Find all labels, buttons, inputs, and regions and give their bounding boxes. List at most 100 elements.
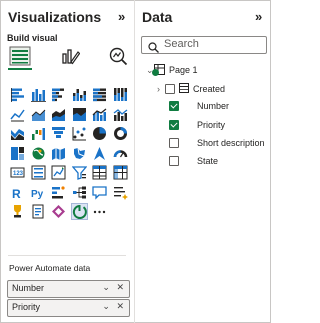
field-well-number[interactable]: Number ⌄ ✕ <box>7 280 130 298</box>
stacked-bar-chart-icon[interactable] <box>8 85 27 105</box>
100-stacked-area-chart-icon[interactable] <box>70 105 89 125</box>
slicer-glyph <box>71 166 87 181</box>
paginated-report-icon[interactable] <box>29 202 48 222</box>
smart-narrative-icon[interactable] <box>111 183 130 203</box>
metrics-glyph <box>14 205 21 218</box>
field-well-label: Number <box>12 283 45 293</box>
100-stacked-area-chart-glyph <box>72 107 86 121</box>
power-apps-icon[interactable] <box>49 202 68 222</box>
funnel-chart-icon[interactable] <box>49 124 68 144</box>
decomposition-tree-glyph <box>72 186 86 199</box>
area-chart-glyph <box>31 109 45 121</box>
more-visuals-icon[interactable] <box>90 202 109 222</box>
table-icon[interactable] <box>90 163 109 183</box>
analytics-icon[interactable] <box>106 44 130 68</box>
number-label: Number <box>197 101 230 111</box>
ribbon-chart-icon[interactable] <box>8 124 27 144</box>
funnel-chart-glyph <box>52 127 65 139</box>
waterfall-chart-glyph <box>31 128 45 141</box>
shape-map-glyph <box>73 147 85 159</box>
matrix-icon[interactable] <box>111 163 130 183</box>
svg-text:R: R <box>12 187 21 200</box>
search-placeholder: Search <box>164 38 199 50</box>
treemap-glyph <box>11 146 24 160</box>
card-icon[interactable]: 123 <box>8 163 27 183</box>
chevron-right-icon[interactable]: › <box>157 84 165 94</box>
search-input[interactable]: Search <box>141 36 267 54</box>
svg-text:Py: Py <box>31 189 44 200</box>
treemap-icon[interactable] <box>8 144 27 164</box>
field-item-state[interactable]: State <box>169 156 218 166</box>
collapse-visualizations-icon[interactable]: » <box>118 9 125 24</box>
azure-map-icon[interactable] <box>90 144 109 164</box>
number-checkbox[interactable] <box>169 101 179 111</box>
field-well-controls[interactable]: ⌄ ✕ <box>102 301 126 312</box>
slicer-icon[interactable] <box>70 163 89 183</box>
power-automate-data-title: Power Automate data <box>9 263 91 273</box>
kpi-icon[interactable] <box>49 163 68 183</box>
gauge-glyph <box>113 150 127 158</box>
qa-visual-glyph <box>92 186 107 200</box>
pie-chart-icon[interactable] <box>90 124 109 144</box>
area-chart-icon[interactable] <box>29 105 48 125</box>
created-label: Created <box>193 84 226 94</box>
created-checkbox[interactable] <box>165 84 175 94</box>
decomposition-tree-icon[interactable] <box>70 183 89 203</box>
multi-row-card-icon[interactable] <box>29 163 48 183</box>
qa-visual-icon[interactable] <box>90 183 109 203</box>
short-description-checkbox[interactable] <box>169 138 179 148</box>
donut-chart-icon[interactable] <box>111 124 130 144</box>
stacked-area-chart-icon[interactable] <box>49 105 68 125</box>
pane-divider <box>134 0 135 323</box>
clustered-column-chart-glyph <box>72 89 86 102</box>
r-script-visual-glyph: R <box>12 187 21 200</box>
matrix-glyph <box>113 165 127 180</box>
priority-checkbox[interactable] <box>169 120 179 130</box>
tree-item-created[interactable]: › Created <box>157 83 225 95</box>
tree-item-page[interactable]: ⌄ Page 1 <box>146 64 198 76</box>
map-icon[interactable] <box>29 144 48 164</box>
stacked-bar-chart-glyph <box>11 88 24 103</box>
stacked-column-chart-icon[interactable] <box>29 85 48 105</box>
filled-map-icon[interactable] <box>49 144 68 164</box>
azure-map-glyph <box>94 146 105 160</box>
field-well-controls[interactable]: ⌄ ✕ <box>102 282 126 293</box>
visual-type-gallery: 123 R Py <box>8 85 130 222</box>
field-item-number[interactable]: Number <box>169 101 229 111</box>
clustered-bar-chart-icon[interactable] <box>49 85 68 105</box>
python-visual-glyph: Py <box>31 189 44 200</box>
line-and-clustered-column-chart-icon[interactable] <box>111 105 130 125</box>
section-divider <box>8 255 126 256</box>
build-visual-icon[interactable] <box>8 44 32 70</box>
key-influencers-icon[interactable] <box>49 183 68 203</box>
field-item-short-description[interactable]: Short description <box>169 138 265 148</box>
scatter-chart-icon[interactable] <box>70 124 89 144</box>
search-icon <box>148 40 159 58</box>
100-stacked-bar-chart-icon[interactable] <box>90 85 109 105</box>
filled-map-glyph <box>52 147 65 160</box>
field-item-priority[interactable]: Priority <box>169 120 225 130</box>
r-script-visual-icon[interactable]: R <box>8 183 27 203</box>
line-chart-icon[interactable] <box>8 105 27 125</box>
kpi-glyph <box>51 165 66 180</box>
100-stacked-column-chart-icon[interactable] <box>111 85 130 105</box>
clustered-bar-chart-glyph <box>52 88 64 102</box>
svg-text:123: 123 <box>13 171 24 177</box>
line-and-clustered-column-chart-glyph <box>113 108 127 121</box>
power-automate-icon[interactable] <box>70 202 89 222</box>
visualizations-title: Visualizations <box>8 9 102 25</box>
python-visual-icon[interactable]: Py <box>29 183 48 203</box>
state-label: State <box>197 156 219 166</box>
state-checkbox[interactable] <box>169 156 179 166</box>
format-visual-icon[interactable] <box>58 44 82 68</box>
clustered-column-chart-icon[interactable] <box>70 85 89 105</box>
donut-chart-glyph <box>113 127 127 141</box>
build-visual-label: Build visual <box>7 33 58 43</box>
line-and-stacked-column-chart-icon[interactable] <box>90 105 109 125</box>
gauge-icon[interactable] <box>111 144 130 164</box>
shape-map-icon[interactable] <box>70 144 89 164</box>
metrics-icon[interactable] <box>8 202 27 222</box>
waterfall-chart-icon[interactable] <box>29 124 48 144</box>
field-well-priority[interactable]: Priority ⌄ ✕ <box>7 299 130 317</box>
collapse-data-icon[interactable]: » <box>255 9 262 24</box>
